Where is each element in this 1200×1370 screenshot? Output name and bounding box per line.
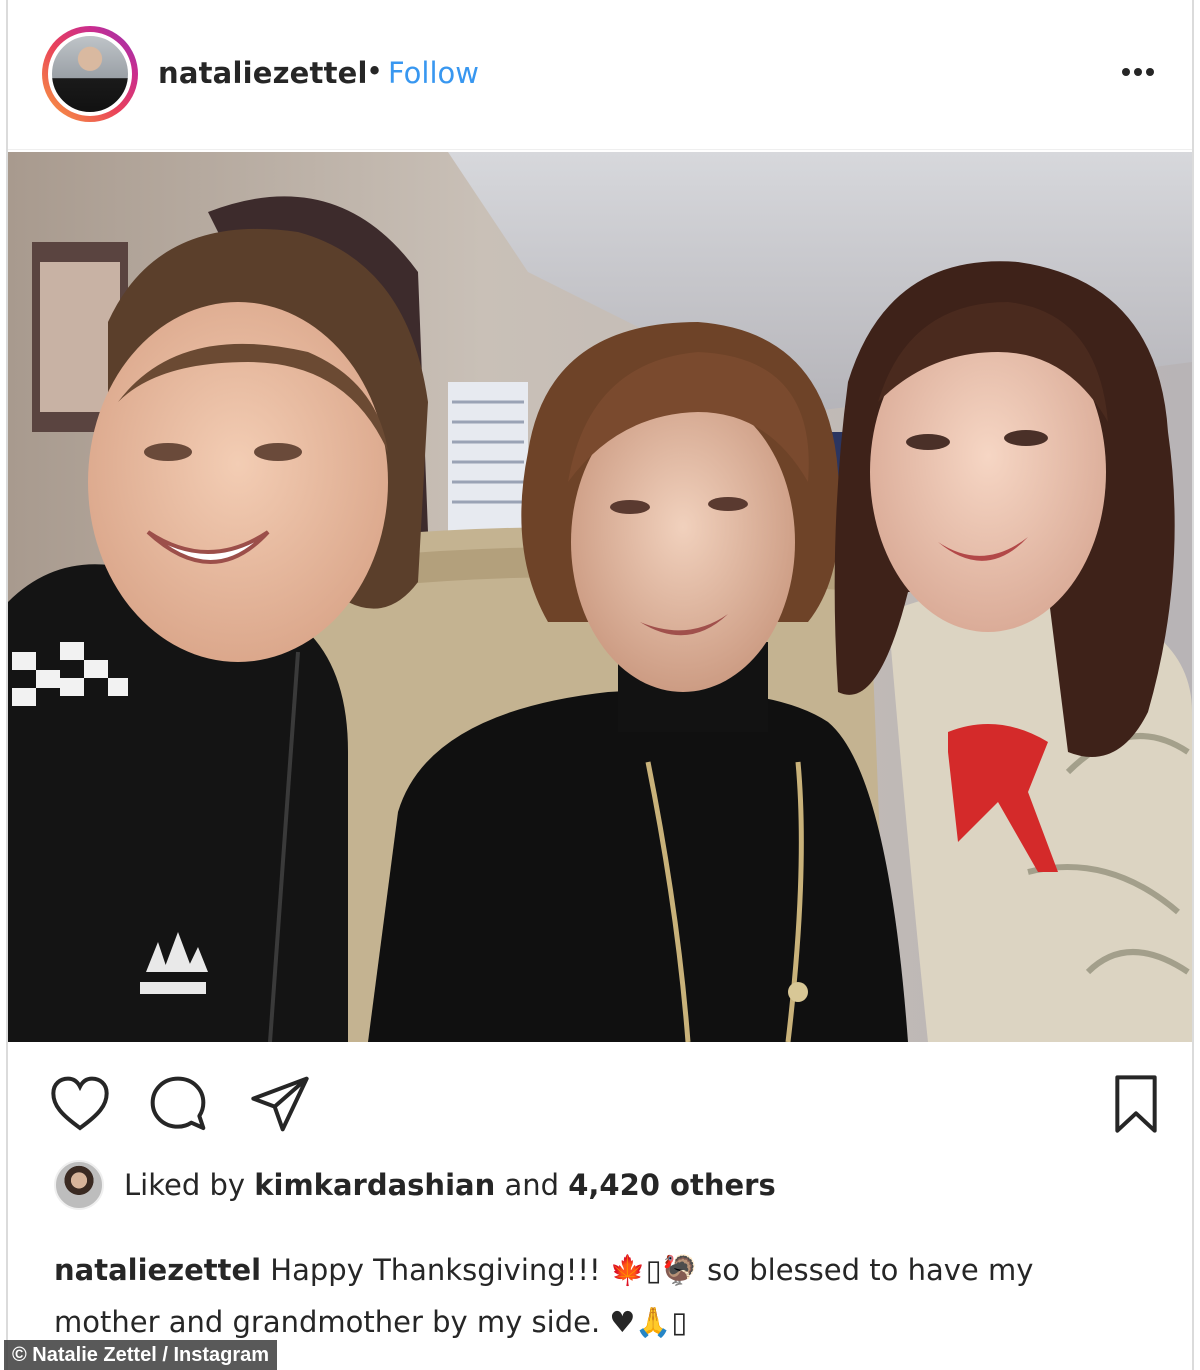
- bookmark-icon[interactable]: [1104, 1072, 1168, 1136]
- likes-text: Liked by kimkardashian and 4,420 others: [124, 1168, 776, 1202]
- more-options-icon[interactable]: [1116, 66, 1160, 78]
- instagram-post-card: nataliezettel • Follow Liked by kimkarda…: [6, 0, 1194, 1370]
- post-header: nataliezettel • Follow: [8, 0, 1192, 150]
- caption-line-2: mother and grandmother by my side. ♥🙏▯: [54, 1305, 688, 1339]
- likes-count[interactable]: 4,420 others: [568, 1168, 776, 1202]
- likes-prefix: Liked by: [124, 1168, 255, 1202]
- paper-plane-icon[interactable]: [248, 1072, 312, 1136]
- avatar[interactable]: [48, 32, 132, 116]
- separator-dot: •: [366, 54, 384, 88]
- comment-icon[interactable]: [146, 1072, 210, 1136]
- heart-icon[interactable]: [48, 1072, 112, 1136]
- post-caption: nataliezettel Happy Thanksgiving!!! 🍁▯🦃 …: [54, 1244, 1154, 1348]
- caption-username[interactable]: nataliezettel: [54, 1253, 261, 1287]
- photo-credit: © Natalie Zettel / Instagram: [4, 1340, 278, 1370]
- caption-line-1: Happy Thanksgiving!!! 🍁▯🦃 so blessed to …: [261, 1253, 1034, 1287]
- liker-username[interactable]: kimkardashian: [254, 1168, 495, 1202]
- likes-middle: and: [495, 1168, 569, 1202]
- username-link[interactable]: nataliezettel: [158, 56, 368, 90]
- post-actions-bar: [8, 1060, 1192, 1150]
- post-photo[interactable]: [8, 152, 1192, 1042]
- liker-avatar[interactable]: [54, 1160, 104, 1210]
- likes-row: Liked by kimkardashian and 4,420 others: [54, 1160, 1154, 1212]
- profile-avatar-ring[interactable]: [42, 26, 138, 122]
- follow-button[interactable]: Follow: [388, 56, 479, 90]
